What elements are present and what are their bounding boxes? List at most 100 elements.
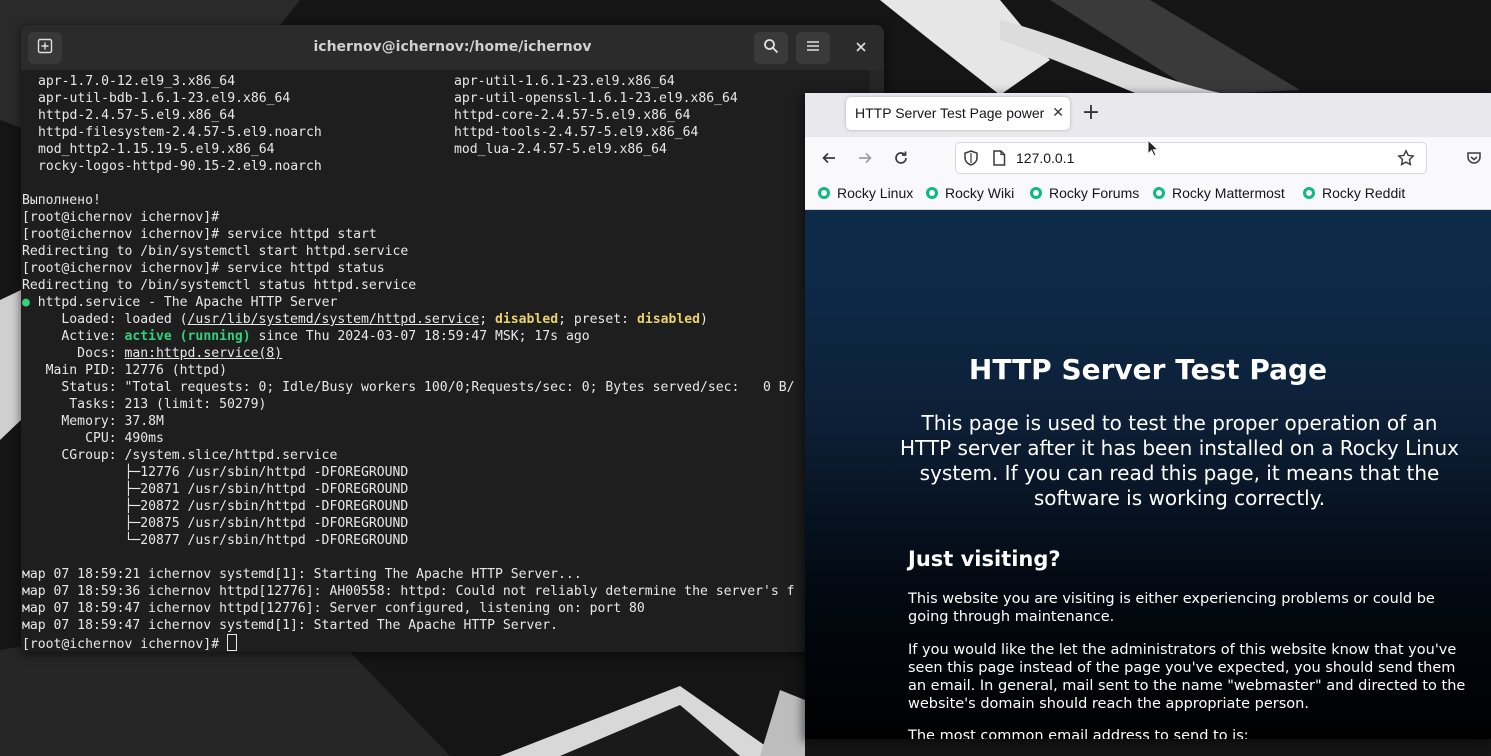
package-name: apr-util-1.6.1-23.el9.x86_64	[454, 74, 675, 89]
shield-icon[interactable]	[962, 149, 980, 167]
package-line: apr-util-bdb-1.6.1-23.el9.x86_64 apr-util…	[38, 90, 738, 107]
section-heading: Just visiting?	[908, 547, 1061, 571]
bookmark-label: Rocky Wiki	[945, 185, 1015, 201]
active-label: Active:	[22, 329, 125, 344]
menu-button[interactable]	[796, 32, 830, 64]
prompt-text: [root@ichernov ichernov]#	[22, 637, 227, 652]
bookmarks-toolbar: Rocky Linux Rocky Wiki Rocky Forums Rock…	[805, 179, 1491, 210]
disabled-badge: disabled	[495, 312, 559, 327]
bookmark-rocky-reddit[interactable]: Rocky Reddit	[1303, 179, 1405, 207]
text-cursor	[226, 634, 237, 651]
command-line: [root@ichernov ichernov]# service httpd …	[22, 227, 377, 242]
package-name: httpd-filesystem-2.4.57-5.el9.noarch	[38, 125, 322, 140]
terminal-window: ichernov@ichernov:/home/ichernov apr-1.7…	[21, 25, 884, 652]
pocket-icon[interactable]	[1460, 144, 1488, 172]
rocky-leaf-icon	[926, 187, 938, 199]
docs-label: Docs:	[22, 346, 125, 361]
process-tree-line: ├─12776 /usr/sbin/httpd -DFOREGROUND	[22, 465, 409, 480]
bookmark-rocky-linux[interactable]: Rocky Linux	[818, 179, 913, 207]
status-line: Status: "Total requests: 0; Idle/Busy wo…	[22, 380, 795, 395]
process-tree-line: ├─20872 /usr/sbin/httpd -DFOREGROUND	[22, 499, 409, 514]
close-paren: )	[700, 312, 708, 327]
package-name: apr-util-openssl-1.6.1-23.el9.x86_64	[454, 91, 738, 106]
close-button[interactable]	[844, 32, 878, 64]
search-button[interactable]	[754, 32, 788, 64]
search-icon	[763, 38, 779, 58]
process-tree-line: └─20877 /usr/sbin/httpd -DFOREGROUND	[22, 533, 409, 548]
package-name: rocky-logos-httpd-90.15-2.el9.noarch	[38, 159, 322, 174]
web-page-content[interactable]: HTTP Server Test Page This page is used …	[805, 210, 1491, 739]
package-name: mod_lua-2.4.57-5.el9.x86_64	[454, 142, 667, 157]
preset-label: ; preset:	[558, 312, 637, 327]
bookmark-label: Rocky Linux	[837, 185, 914, 201]
command-line: [root@ichernov ichernov]# service httpd …	[22, 261, 385, 276]
done-line: Выполнено!	[22, 193, 101, 208]
process-tree-line: ├─20875 /usr/sbin/httpd -DFOREGROUND	[22, 516, 409, 531]
loaded-label: Loaded: loaded (	[22, 312, 188, 327]
final-prompt-line[interactable]: [root@ichernov ichernov]#	[22, 634, 237, 652]
mainpid-line: Main PID: 12776 (httpd)	[22, 363, 227, 378]
package-name: httpd-2.4.57-5.el9.x86_64	[38, 108, 236, 123]
paragraph: If you would like the let the administra…	[908, 642, 1466, 712]
package-name: httpd-core-2.4.57-5.el9.x86_64	[454, 108, 691, 123]
log-line: мар 07 18:59:47 ichernov systemd[1]: Sta…	[22, 618, 559, 633]
rocky-leaf-icon	[1030, 187, 1042, 199]
close-icon	[855, 39, 867, 57]
cpu-line: CPU: 490ms	[22, 431, 164, 446]
preset-disabled-badge: disabled	[636, 312, 701, 327]
package-line: mod_http2-1.15.19-5.el9.x86_64 mod_lua-2.…	[38, 141, 667, 158]
log-line: мар 07 18:59:21 ichernov systemd[1]: Sta…	[22, 567, 582, 582]
rocky-leaf-icon	[1153, 187, 1165, 199]
service-line: ● httpd.service - The Apache HTTP Server	[22, 294, 337, 311]
log-line: мар 07 18:59:47 ichernov httpd[12776]: S…	[22, 601, 645, 616]
package-name: apr-util-bdb-1.6.1-23.el9.x86_64	[38, 91, 291, 106]
unit-path-link[interactable]: /usr/lib/systemd/system/httpd.service	[188, 312, 480, 327]
hamburger-menu-icon	[806, 39, 820, 57]
reload-icon[interactable]	[887, 144, 915, 172]
active-since: since Thu 2024-03-07 18:59:47 MSK; 17s a…	[250, 329, 590, 344]
terminal-output[interactable]: apr-1.7.0-12.el9_3.x86_64 apr-util-1.6.1-…	[21, 70, 870, 652]
service-name: httpd.service - The Apache HTTP Server	[29, 295, 338, 310]
prompt-line: [root@ichernov ichernov]#	[22, 210, 220, 225]
memory-line: Memory: 37.8M	[22, 414, 164, 429]
bookmark-rocky-forums[interactable]: Rocky Forums	[1030, 179, 1139, 207]
package-line: httpd-2.4.57-5.el9.x86_64 httpd-core-2.4.…	[38, 107, 691, 124]
docs-line: Docs: man:httpd.service(8)	[22, 345, 282, 362]
forward-arrow-icon[interactable]	[851, 144, 879, 172]
package-name: apr-1.7.0-12.el9_3.x86_64	[38, 74, 236, 89]
url-text: 127.0.0.1	[1016, 150, 1075, 166]
mouse-pointer-icon	[1147, 138, 1160, 157]
output-line: Redirecting to /bin/systemctl start http…	[22, 244, 409, 259]
paragraph: This website you are visiting is either …	[908, 591, 1435, 625]
url-bar[interactable]: 127.0.0.1	[955, 142, 1427, 174]
bookmark-rocky-wiki[interactable]: Rocky Wiki	[926, 179, 1014, 207]
rocky-leaf-icon	[818, 187, 830, 199]
tab-http-server-test-page[interactable]: HTTP Server Test Page powered by Rocky L…	[846, 97, 1070, 130]
back-arrow-icon[interactable]	[815, 144, 843, 172]
tab-bar: HTTP Server Test Page powered by Rocky L…	[805, 93, 1491, 137]
package-line: rocky-logos-httpd-90.15-2.el9.noarch	[38, 158, 322, 175]
page-icon[interactable]	[990, 149, 1008, 167]
new-tab-plus-icon[interactable]: +	[1079, 99, 1103, 127]
page-lead: This page is used to test the proper ope…	[900, 411, 1459, 510]
process-tree-line: ├─20871 /usr/sbin/httpd -DFOREGROUND	[22, 482, 409, 497]
bookmark-label: Rocky Reddit	[1322, 185, 1406, 201]
docs-link[interactable]: man:httpd.service(8)	[124, 346, 282, 361]
page-title: HTTP Server Test Page	[968, 353, 1328, 386]
separator: ;	[479, 312, 496, 327]
bookmark-label: Rocky Forums	[1049, 185, 1140, 201]
browser-window: HTTP Server Test Page powered by Rocky L…	[805, 93, 1491, 739]
output-line: Redirecting to /bin/systemctl status htt…	[22, 278, 417, 293]
active-line: Active: active (running) since Thu 2024-…	[22, 328, 590, 345]
bookmark-star-icon[interactable]	[1397, 149, 1415, 167]
package-name: httpd-tools-2.4.57-5.el9.x86_64	[454, 125, 699, 140]
active-state: active (running)	[124, 329, 251, 344]
bookmark-rocky-mattermost[interactable]: Rocky Mattermost	[1153, 179, 1285, 207]
tasks-line: Tasks: 213 (limit: 50279)	[22, 397, 267, 412]
loaded-line: Loaded: loaded (/usr/lib/systemd/system/…	[22, 311, 708, 328]
package-name: mod_http2-1.15.19-5.el9.x86_64	[38, 142, 275, 157]
close-tab-icon[interactable]: ✕	[1052, 97, 1064, 130]
cgroup-line: CGroup: /system.slice/httpd.service	[22, 448, 338, 463]
terminal-titlebar: ichernov@ichernov:/home/ichernov	[21, 25, 884, 70]
paragraph: The most common email address to send to…	[908, 728, 1249, 739]
